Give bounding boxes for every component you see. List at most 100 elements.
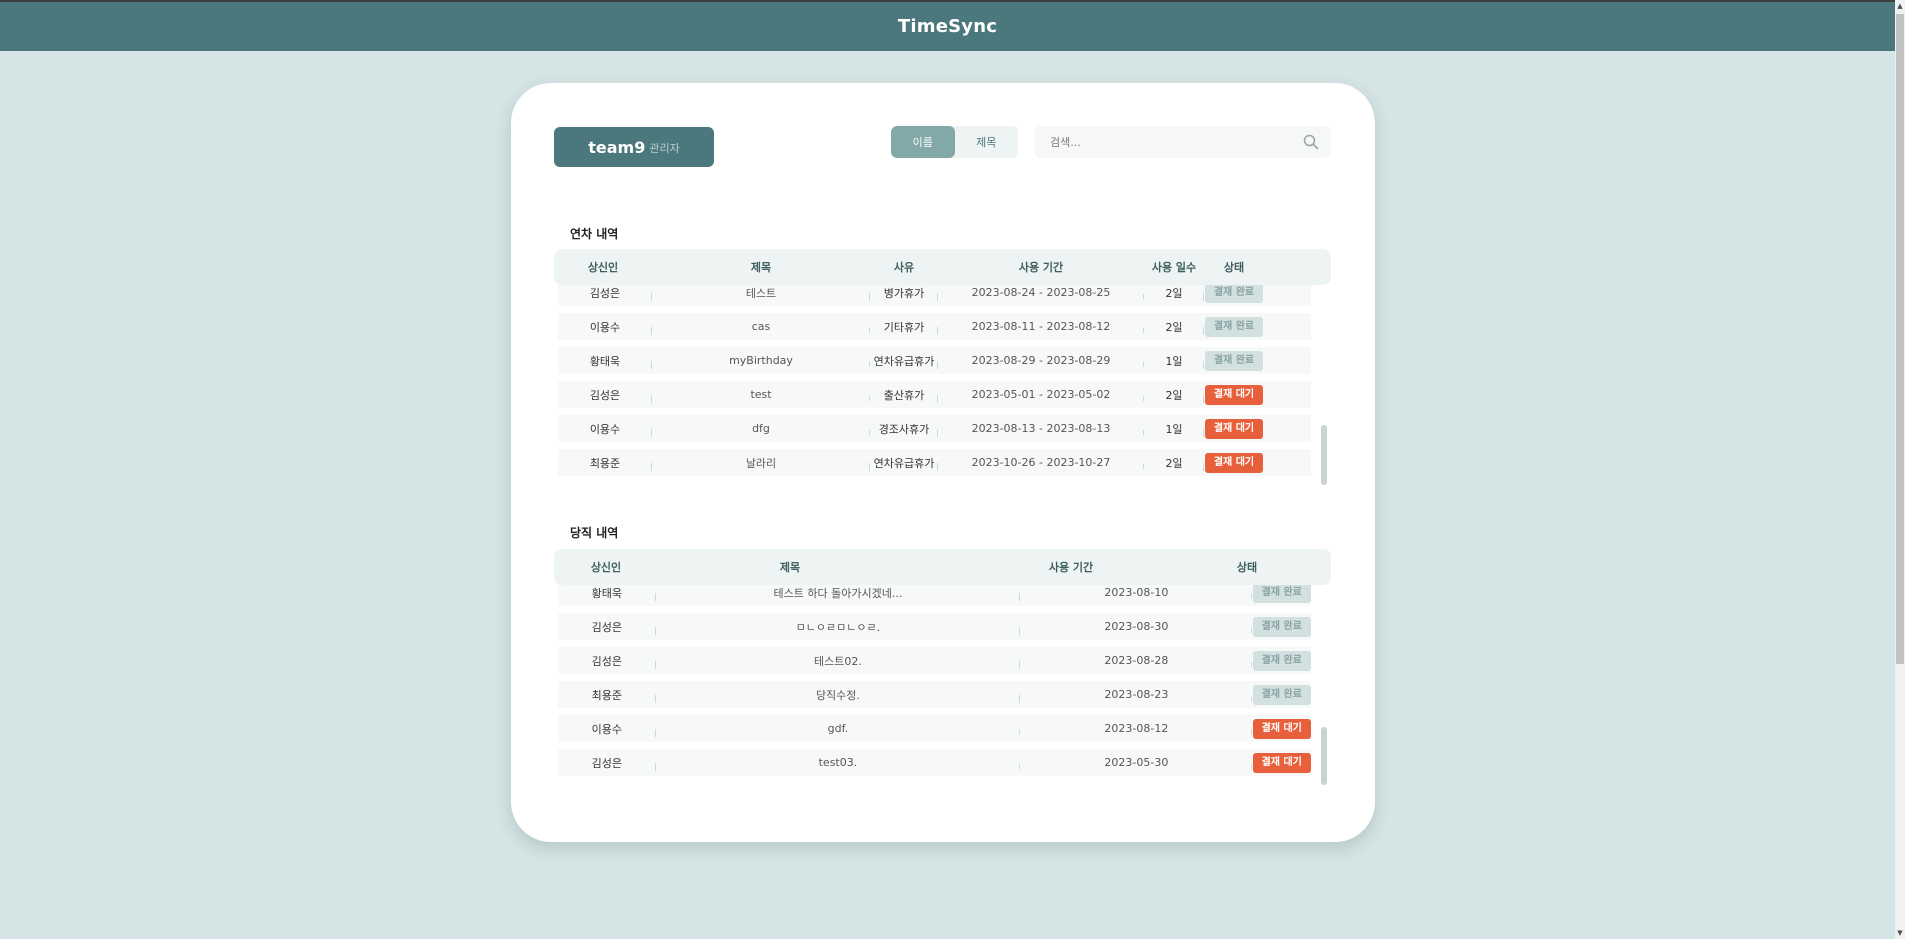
leave-scrollbar-thumb[interactable] — [1321, 425, 1327, 485]
cell-reason: 기타휴가 — [870, 319, 938, 335]
col-author: 상신인 — [587, 261, 619, 274]
table-row[interactable]: 김성은 test03. 2023-05-30 결재 대기 — [558, 749, 1311, 776]
cell-date: 2023-08-12 — [1020, 722, 1253, 735]
toggle-name[interactable]: 이름 — [891, 126, 955, 158]
cell-title: test — [652, 388, 870, 401]
cell-days: 2일 — [1144, 455, 1204, 471]
cell-reason: 연차유급휴가 — [870, 455, 938, 471]
duty-table-body[interactable]: 황태욱 테스트 하다 돌아가시겠네... 2023-08-10 결재 완료 김성은 ㅁㄴㅇ… — [554, 585, 1331, 785]
table-row[interactable]: 김성은 테스트 병가휴가 2023-08-24 - 2023-08-25 2일 결재 완료 — [558, 285, 1311, 306]
cell-title: 날라리 — [652, 455, 870, 471]
cell-title: ㅁㄴㅇㄹㅁㄴㅇㄹ. — [656, 619, 1021, 635]
cell-period: 2023-05-01 - 2023-05-02 — [938, 388, 1144, 401]
app-header: TimeSync — [0, 0, 1895, 51]
cell-author: 황태욱 — [558, 585, 656, 601]
window-scrollbar[interactable]: ▲ ▼ — [1895, 0, 1905, 939]
table-row[interactable]: 최용준 날라리 연차유급휴가 2023-10-26 - 2023-10-27 2일 결재 … — [558, 449, 1311, 476]
table-row[interactable]: 김성은 test 출산휴가 2023-05-01 - 2023-05-02 2일 결재 대… — [558, 381, 1311, 408]
cell-title: 당직수정. — [656, 687, 1021, 703]
cell-author: 김성은 — [558, 285, 652, 301]
cell-author: 최용준 — [558, 455, 652, 471]
table-row[interactable]: 이용수 dfg 경조사휴가 2023-08-13 - 2023-08-13 1일 결재 대… — [558, 415, 1311, 442]
status-badge[interactable]: 결재 대기 — [1205, 452, 1263, 473]
search-icon[interactable] — [1303, 134, 1319, 150]
cell-reason: 병가휴가 — [870, 285, 938, 301]
team-button[interactable]: team9 관리자 — [554, 127, 714, 167]
status-badge[interactable]: 결재 완료 — [1205, 316, 1263, 337]
col-status: 상태 — [1236, 561, 1258, 574]
scroll-up-arrow-icon[interactable]: ▲ — [1895, 0, 1905, 12]
table-row[interactable]: 황태욱 myBirthday 연차유급휴가 2023-08-29 - 2023-08-… — [558, 347, 1311, 374]
cell-status: 결재 완료 — [1252, 684, 1311, 705]
cell-status: 결재 완료 — [1252, 585, 1311, 603]
col-status: 상태 — [1223, 261, 1245, 274]
cell-period: 2023-08-24 - 2023-08-25 — [938, 286, 1144, 299]
cell-title: 테스트 — [652, 285, 870, 301]
table-row[interactable]: 김성은 ㅁㄴㅇㄹㅁㄴㅇㄹ. 2023-08-30 결재 완료 — [558, 613, 1311, 640]
cell-title: dfg — [652, 422, 870, 435]
status-badge[interactable]: 결재 완료 — [1252, 585, 1311, 603]
col-title: 제목 — [750, 261, 772, 274]
cell-status: 결재 대기 — [1204, 452, 1264, 473]
cell-author: 황태욱 — [558, 353, 652, 369]
leave-table-header: 상신인 제목 사유 사용 기간 사용 일수 상태 — [554, 249, 1331, 285]
search-input[interactable] — [1050, 135, 1303, 149]
cell-author: 이용수 — [558, 319, 652, 335]
col-reason: 사유 — [893, 261, 915, 274]
cell-title: gdf. — [656, 722, 1021, 735]
table-row[interactable]: 김성은 테스트02. 2023-08-28 결재 완료 — [558, 647, 1311, 674]
cell-status: 결재 완료 — [1252, 616, 1311, 637]
cell-days: 2일 — [1144, 387, 1204, 403]
status-badge[interactable]: 결재 대기 — [1205, 384, 1263, 405]
cell-period: 2023-08-11 - 2023-08-12 — [938, 320, 1144, 333]
cell-days: 2일 — [1144, 285, 1204, 301]
cell-author: 김성은 — [558, 387, 652, 403]
cell-author: 김성은 — [558, 755, 656, 771]
cell-days: 1일 — [1144, 421, 1204, 437]
cell-status: 결재 대기 — [1204, 384, 1264, 405]
status-badge[interactable]: 결재 완료 — [1252, 684, 1311, 705]
cell-reason: 연차유급휴가 — [870, 353, 938, 369]
cell-period: 2023-10-26 - 2023-10-27 — [938, 456, 1144, 469]
col-days: 사용 일수 — [1151, 261, 1197, 274]
cell-period: 2023-08-13 - 2023-08-13 — [938, 422, 1144, 435]
cell-status: 결재 완료 — [1204, 350, 1264, 371]
col-author: 상신인 — [590, 561, 622, 574]
cell-title: test03. — [656, 756, 1021, 769]
leave-table: 상신인 제목 사유 사용 기간 사용 일수 상태 김성은 테스트 병가휴가 2023-… — [554, 249, 1331, 485]
leave-section-title: 연차 내역 — [570, 227, 619, 241]
table-row[interactable]: 이용수 gdf. 2023-08-12 결재 대기 — [558, 715, 1311, 742]
status-badge[interactable]: 결재 대기 — [1252, 752, 1311, 773]
cell-author: 이용수 — [558, 721, 656, 737]
leave-table-body[interactable]: 김성은 테스트 병가휴가 2023-08-24 - 2023-08-25 2일 결재 완료… — [554, 285, 1331, 485]
cell-date: 2023-08-28 — [1020, 654, 1253, 667]
table-row[interactable]: 최용준 당직수정. 2023-08-23 결재 완료 — [558, 681, 1311, 708]
status-badge[interactable]: 결재 대기 — [1252, 718, 1311, 739]
cell-period: 2023-08-29 - 2023-08-29 — [938, 354, 1144, 367]
cell-status: 결재 대기 — [1252, 718, 1311, 739]
cell-date: 2023-05-30 — [1020, 756, 1253, 769]
status-badge[interactable]: 결재 완료 — [1252, 616, 1311, 637]
status-badge[interactable]: 결재 완료 — [1252, 650, 1311, 671]
team-role: 관리자 — [649, 142, 680, 155]
duty-scrollbar-thumb[interactable] — [1321, 727, 1327, 785]
cell-date: 2023-08-30 — [1020, 620, 1253, 633]
status-badge[interactable]: 결재 대기 — [1205, 418, 1263, 439]
cell-status: 결재 완료 — [1204, 285, 1264, 303]
cell-title: 테스트02. — [656, 653, 1021, 669]
cell-reason: 출산휴가 — [870, 387, 938, 403]
toggle-title[interactable]: 제목 — [955, 126, 1019, 158]
team-name: team9 — [588, 137, 646, 157]
status-badge[interactable]: 결재 완료 — [1205, 350, 1263, 371]
col-title: 제목 — [779, 561, 801, 574]
duty-table-header: 상신인 제목 사용 기간 상태 — [554, 549, 1331, 585]
table-row[interactable]: 황태욱 테스트 하다 돌아가시겠네... 2023-08-10 결재 완료 — [558, 585, 1311, 606]
cell-title: cas — [652, 320, 870, 333]
window-scrollbar-thumb[interactable] — [1896, 14, 1904, 664]
main-card: team9 관리자 이름 제목 연차 내역 상신인 제목 사유 사용 기간 사용… — [511, 83, 1375, 842]
cell-reason: 경조사휴가 — [870, 421, 938, 437]
duty-table: 상신인 제목 사용 기간 상태 황태욱 테스트 하다 돌아가시겠네... 2023-… — [554, 549, 1331, 785]
table-row[interactable]: 이용수 cas 기타휴가 2023-08-11 - 2023-08-12 2일 결재 완료 — [558, 313, 1311, 340]
scroll-down-arrow-icon[interactable]: ▼ — [1895, 927, 1905, 939]
status-badge[interactable]: 결재 완료 — [1205, 285, 1263, 303]
